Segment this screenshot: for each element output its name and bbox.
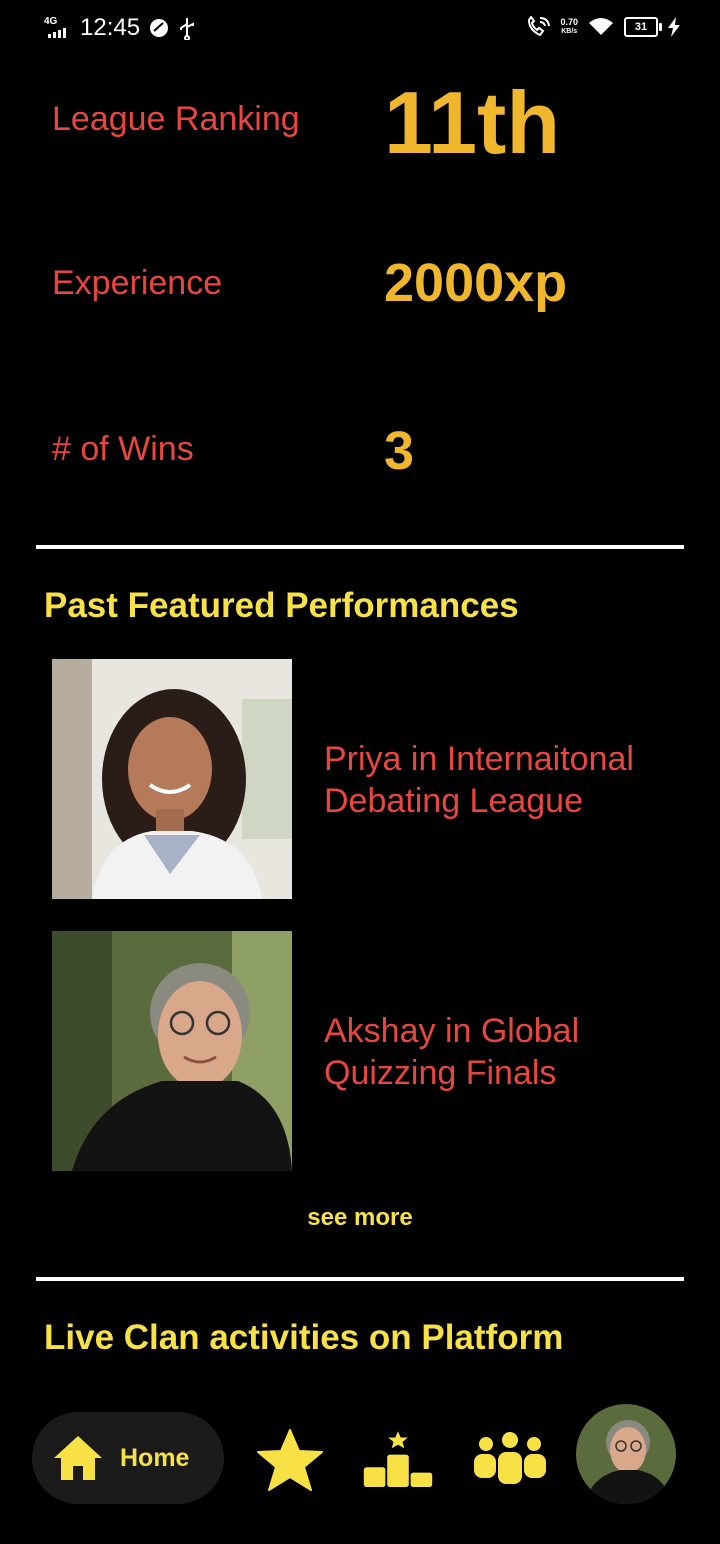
akshay-photo[interactable]	[52, 931, 292, 1171]
speed-value: 0.70	[560, 17, 578, 27]
see-more-link[interactable]: see more	[0, 1204, 720, 1232]
past-performances-title: Past Featured Performances	[44, 586, 519, 625]
home-label: Home	[120, 1443, 190, 1472]
clan-icon[interactable]	[470, 1424, 550, 1496]
profile-avatar[interactable]	[576, 1404, 676, 1504]
live-activities-title: Live Clan activities on Platform	[44, 1318, 564, 1357]
star-icon[interactable]	[254, 1424, 326, 1496]
nav-home-button[interactable]: Home	[32, 1412, 224, 1504]
status-right: 0.70 KB/s 31	[526, 16, 680, 38]
wins-value: 3	[384, 421, 415, 481]
caption-line: Priya in Internaitonal	[324, 740, 634, 778]
ranking-value: 11th	[384, 73, 561, 172]
caption-line: Akshay in Global	[324, 1012, 580, 1050]
charging-icon	[668, 17, 680, 37]
divider	[36, 545, 684, 549]
wins-label: # of Wins	[52, 430, 194, 468]
status-bar: 4G 12:45 0.70 KB/s 31	[0, 0, 720, 56]
cellular-signal-icon: 4G	[44, 16, 72, 40]
usb-icon	[180, 18, 195, 40]
ranking-label: League Ranking	[52, 100, 300, 138]
experience-label: Experience	[52, 264, 223, 302]
network-speed: 0.70 KB/s	[560, 18, 578, 36]
caption-line: Debating League	[324, 782, 584, 820]
home-icon	[54, 1436, 102, 1480]
data-saver-icon	[150, 19, 169, 37]
performance-caption[interactable]: Priya in Internaitonal Debating League	[324, 738, 684, 822]
priya-photo[interactable]	[52, 659, 292, 899]
wifi-icon	[589, 18, 613, 35]
status-left: 4G 12:45	[44, 14, 196, 42]
network-type: 4G	[44, 16, 58, 27]
clock: 12:45	[80, 14, 141, 41]
performance-caption[interactable]: Akshay in Global Quizzing Finals	[324, 1010, 684, 1094]
speed-unit: KB/s	[561, 28, 578, 35]
battery-level: 31	[634, 21, 648, 33]
wifi-calling-icon	[528, 16, 551, 37]
leaderboard-icon[interactable]	[362, 1424, 434, 1496]
caption-line: Quizzing Finals	[324, 1054, 557, 1092]
divider	[36, 1277, 684, 1281]
experience-value: 2000xp	[384, 253, 568, 313]
battery-icon: 31	[624, 17, 662, 37]
